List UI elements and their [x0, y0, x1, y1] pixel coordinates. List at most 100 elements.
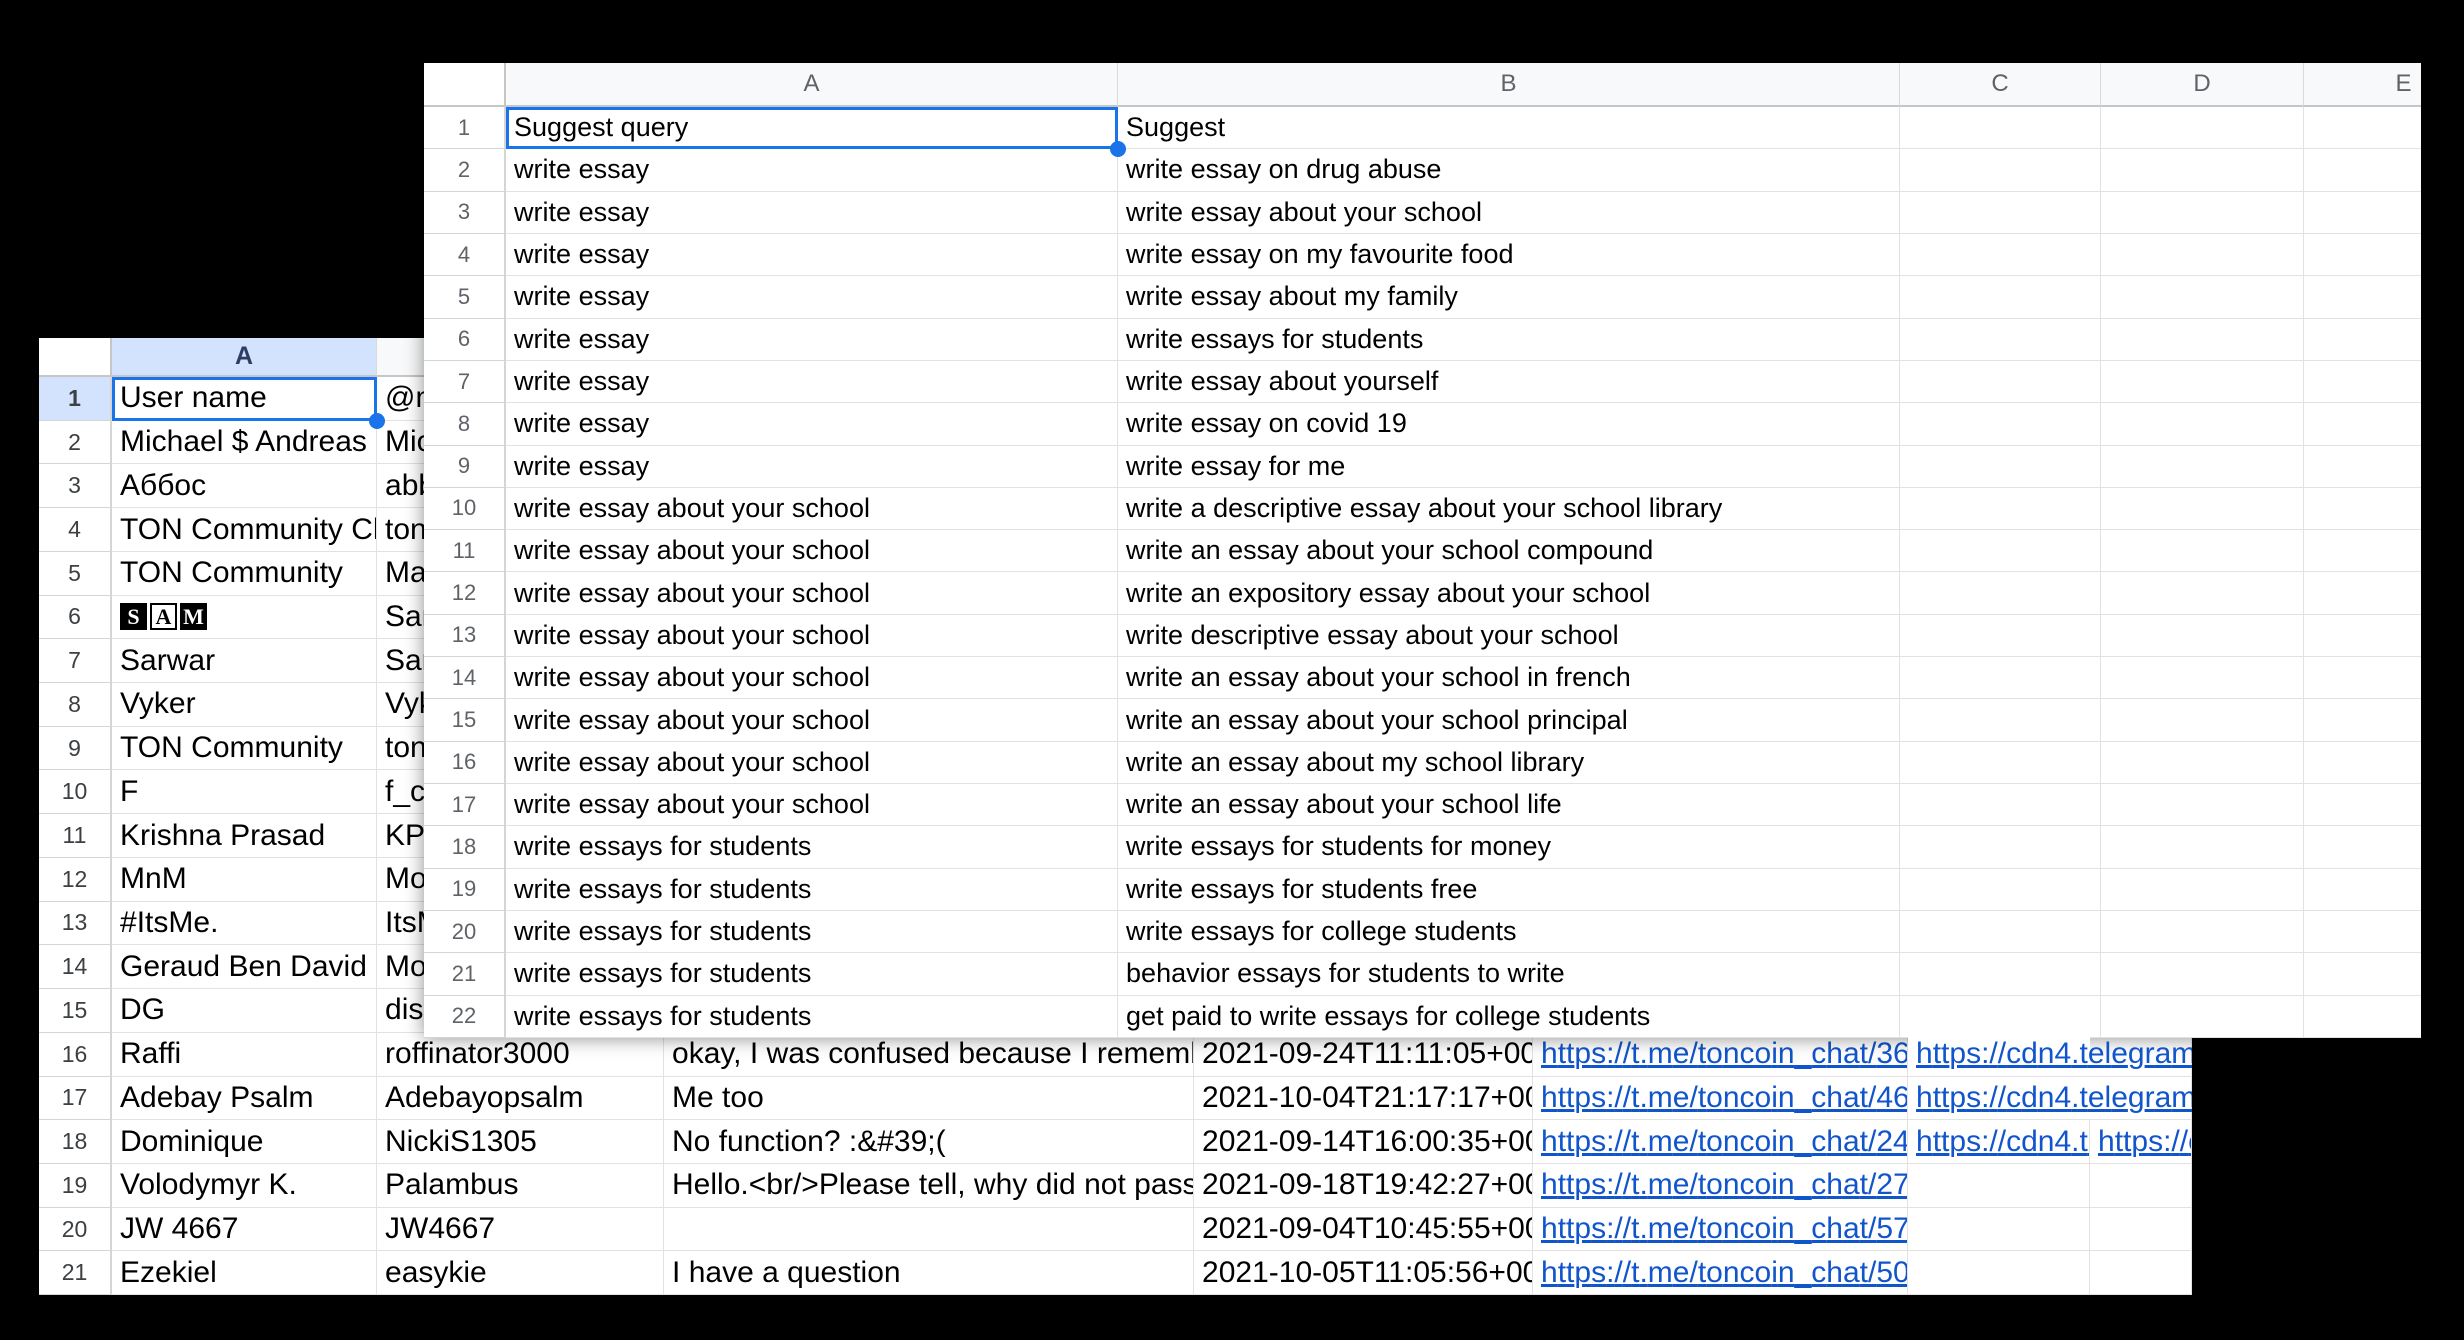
link-cell[interactable]	[2090, 1208, 2192, 1252]
cell[interactable]: write an essay about your school compoun…	[1118, 530, 1900, 572]
row-header[interactable]: 11	[424, 530, 506, 572]
cell[interactable]: Hello.<br/>Please tell, why did not pass	[664, 1164, 1194, 1208]
cell[interactable]: roffinator3000	[377, 1033, 664, 1077]
cell[interactable]: write essay	[506, 446, 1118, 488]
row-header[interactable]: 10	[424, 488, 506, 530]
row-header[interactable]: 5	[424, 276, 506, 318]
cell[interactable]	[2101, 826, 2304, 868]
column-header-1[interactable]: A	[112, 338, 377, 377]
cell[interactable]	[2101, 784, 2304, 826]
cell[interactable]	[1900, 446, 2101, 488]
cell[interactable]: get paid to write essays for college stu…	[1118, 996, 1900, 1038]
cell[interactable]: write essay on drug abuse	[1118, 149, 1900, 191]
cell[interactable]	[2101, 276, 2304, 318]
cell[interactable]	[2101, 699, 2304, 741]
cell[interactable]	[2304, 488, 2421, 530]
cell[interactable]	[1900, 699, 2101, 741]
cell[interactable]: Me too	[664, 1077, 1194, 1121]
cell[interactable]	[2101, 319, 2304, 361]
cell[interactable]: write essay about your school	[506, 615, 1118, 657]
row-header[interactable]: 4	[424, 234, 506, 276]
cell[interactable]	[2101, 361, 2304, 403]
column-header-2[interactable]: B	[1118, 63, 1900, 107]
row-header[interactable]: 8	[424, 403, 506, 445]
back-fill-handle[interactable]	[369, 413, 385, 429]
cell[interactable]	[2101, 742, 2304, 784]
cell[interactable]: write essays for students	[506, 953, 1118, 995]
cell[interactable]	[1900, 911, 2101, 953]
cell[interactable]: Adebayopsalm	[377, 1077, 664, 1121]
link-cell[interactable]	[2090, 1251, 2192, 1295]
cell[interactable]	[1900, 319, 2101, 361]
row-header[interactable]: 6	[424, 319, 506, 361]
cell[interactable]	[1900, 276, 2101, 318]
cell[interactable]	[2101, 446, 2304, 488]
column-header-5[interactable]: E	[2304, 63, 2421, 107]
row-header[interactable]: 2	[424, 149, 506, 191]
row-header[interactable]: 2	[39, 421, 112, 465]
cell[interactable]: write essays for students	[1118, 319, 1900, 361]
row-header[interactable]: 15	[424, 699, 506, 741]
cell[interactable]: write essay about your school	[1118, 192, 1900, 234]
cell[interactable]	[2101, 403, 2304, 445]
cell[interactable]	[2101, 572, 2304, 614]
cell[interactable]: User name	[112, 377, 377, 421]
cell[interactable]: write essay about my family	[1118, 276, 1900, 318]
link-cell[interactable]: https://t.me/toncoin_chat/361	[1533, 1033, 1908, 1077]
row-header[interactable]: 5	[39, 552, 112, 596]
cell[interactable]: Volodymyr K.	[112, 1164, 377, 1208]
row-header[interactable]: 10	[39, 770, 112, 814]
row-header[interactable]: 9	[39, 727, 112, 771]
cell[interactable]: write essay about your school	[506, 742, 1118, 784]
row-header[interactable]: 4	[39, 508, 112, 552]
row-header[interactable]: 15	[39, 989, 112, 1033]
cell[interactable]	[2304, 107, 2421, 149]
link-cell[interactable]	[1908, 1208, 2090, 1252]
cell[interactable]	[1900, 192, 2101, 234]
cell[interactable]: write essays for students	[506, 826, 1118, 868]
cell[interactable]: write essay	[506, 276, 1118, 318]
cell[interactable]	[1900, 826, 2101, 868]
cell[interactable]: write an essay about your school princip…	[1118, 699, 1900, 741]
cell[interactable]	[2304, 784, 2421, 826]
cell[interactable]: Raffi	[112, 1033, 377, 1077]
cell[interactable]: write essay about your school	[506, 530, 1118, 572]
link-cell[interactable]: https://t.me/toncoin_chat/506	[1533, 1251, 1908, 1295]
row-header[interactable]: 12	[424, 572, 506, 614]
cell[interactable]	[1900, 657, 2101, 699]
cell[interactable]: write descriptive essay about your schoo…	[1118, 615, 1900, 657]
cell[interactable]: TON Community	[112, 727, 377, 771]
cell[interactable]	[2101, 869, 2304, 911]
cell[interactable]	[1900, 572, 2101, 614]
cell[interactable]: MnM	[112, 858, 377, 902]
cell[interactable]: write essay about yourself	[1118, 361, 1900, 403]
row-header[interactable]: 20	[39, 1208, 112, 1252]
row-header[interactable]: 14	[39, 945, 112, 989]
cell[interactable]	[2304, 615, 2421, 657]
cell[interactable]: write essays for students for money	[1118, 826, 1900, 868]
cell[interactable]: write essay	[506, 192, 1118, 234]
cell[interactable]: DG	[112, 989, 377, 1033]
cell[interactable]	[2304, 446, 2421, 488]
cell[interactable]: write an expository essay about your sch…	[1118, 572, 1900, 614]
link-cell[interactable]	[2090, 1164, 2192, 1208]
link-cell[interactable]: https://t.me/toncoin_chat/278	[1533, 1164, 1908, 1208]
cell[interactable]	[2101, 107, 2304, 149]
cell[interactable]	[2304, 192, 2421, 234]
cell[interactable]	[1900, 996, 2101, 1038]
row-header[interactable]: 1	[39, 377, 112, 421]
cell[interactable]	[1900, 488, 2101, 530]
cell[interactable]: write essay on my favourite food	[1118, 234, 1900, 276]
cell[interactable]	[2101, 149, 2304, 191]
row-header[interactable]: 14	[424, 657, 506, 699]
cell[interactable]	[2304, 911, 2421, 953]
cell[interactable]: Suggest	[1118, 107, 1900, 149]
cell[interactable]: 2021-09-24T11:11:05+00:00	[1194, 1033, 1533, 1077]
cell[interactable]	[2101, 615, 2304, 657]
cell[interactable]: Vyker	[112, 683, 377, 727]
select-all-corner[interactable]	[39, 338, 112, 377]
row-header[interactable]: 1	[424, 107, 506, 149]
cell[interactable]: Michael $ Andreas	[112, 421, 377, 465]
select-all-corner[interactable]	[424, 63, 506, 107]
cell[interactable]	[2101, 488, 2304, 530]
